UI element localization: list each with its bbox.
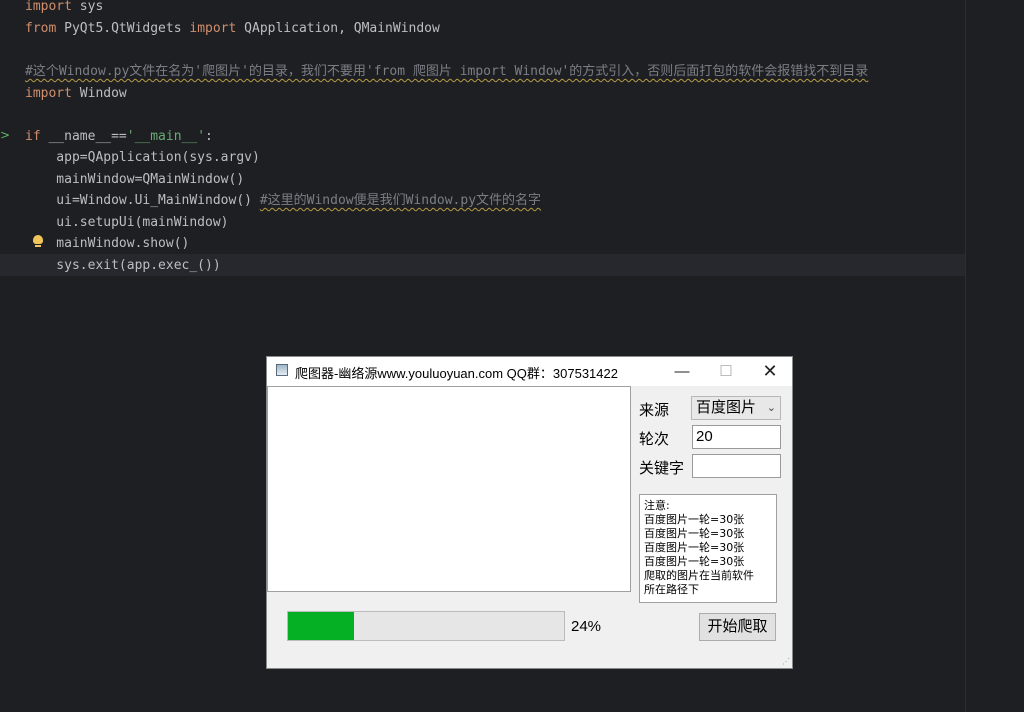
- notes-line: 注意:: [644, 499, 670, 512]
- keyword-input[interactable]: [692, 454, 781, 478]
- app-window-icon: [276, 364, 288, 376]
- code-line-10: ui=Window.Ui_MainWindow() #这里的Window便是我们…: [25, 193, 542, 208]
- right-margin-guide: [965, 0, 966, 712]
- close-button[interactable]: ✕: [748, 357, 792, 386]
- notes-box[interactable]: 注意: 百度图片一轮=30张 百度图片一轮=30张 百度图片一轮=30张 百度图…: [639, 494, 777, 603]
- progress-text: 24%: [571, 618, 602, 635]
- title-bar[interactable]: 爬图器-幽络源www.youluoyuan.com QQ群：307531422 …: [267, 357, 792, 386]
- source-select[interactable]: 百度图片 ⌄: [691, 396, 781, 420]
- code-line-5: import Window: [25, 86, 127, 101]
- code-line-1: import sys: [25, 0, 104, 14]
- progress-bar: [287, 611, 565, 641]
- notes-line: 百度图片一轮=30张: [644, 527, 745, 540]
- code-line-7: if __name__=='__main__':: [25, 129, 213, 144]
- start-crawl-button[interactable]: 开始爬取: [699, 613, 776, 641]
- notes-line: 百度图片一轮=30张: [644, 513, 745, 526]
- code-line-13: sys.exit(app.exec_()): [25, 258, 221, 273]
- code-line-4: #这个Window.py文件在名为'爬图片'的目录，我们不要用'from 爬图片…: [25, 64, 869, 79]
- keyword-label: 关键字: [639, 460, 685, 477]
- run-gutter-icon[interactable]: >: [0, 128, 10, 142]
- image-display-area[interactable]: [267, 386, 631, 592]
- progress-fill: [288, 612, 355, 640]
- maximize-button[interactable]: ☐: [704, 357, 748, 386]
- code-line-12: mainWindow.show(): [25, 236, 190, 251]
- minimize-button[interactable]: —: [660, 357, 704, 386]
- rounds-input[interactable]: 20: [692, 425, 781, 449]
- chevron-down-icon: ⌄: [766, 402, 776, 414]
- lightbulb-icon[interactable]: [33, 235, 43, 247]
- code-line-8: app=QApplication(sys.argv): [25, 150, 260, 165]
- rounds-label: 轮次: [639, 431, 670, 448]
- crawler-window: 爬图器-幽络源www.youluoyuan.com QQ群：307531422 …: [266, 356, 793, 669]
- notes-line: 百度图片一轮=30张: [644, 555, 745, 568]
- source-label: 来源: [639, 402, 670, 419]
- notes-line: 百度图片一轮=30张: [644, 541, 745, 554]
- code-line-11: ui.setupUi(mainWindow): [25, 215, 229, 230]
- code-line-2: from PyQt5.QtWidgets import QApplication…: [25, 21, 440, 36]
- window-title: 爬图器-幽络源www.youluoyuan.com QQ群：307531422: [295, 366, 618, 381]
- resize-grip[interactable]: ⋰: [782, 658, 790, 666]
- source-select-value: 百度图片: [696, 399, 757, 416]
- code-line-9: mainWindow=QMainWindow(): [25, 172, 245, 187]
- notes-line: 爬取的图片在当前软件: [644, 569, 754, 582]
- notes-line: 所在路径下: [644, 583, 699, 596]
